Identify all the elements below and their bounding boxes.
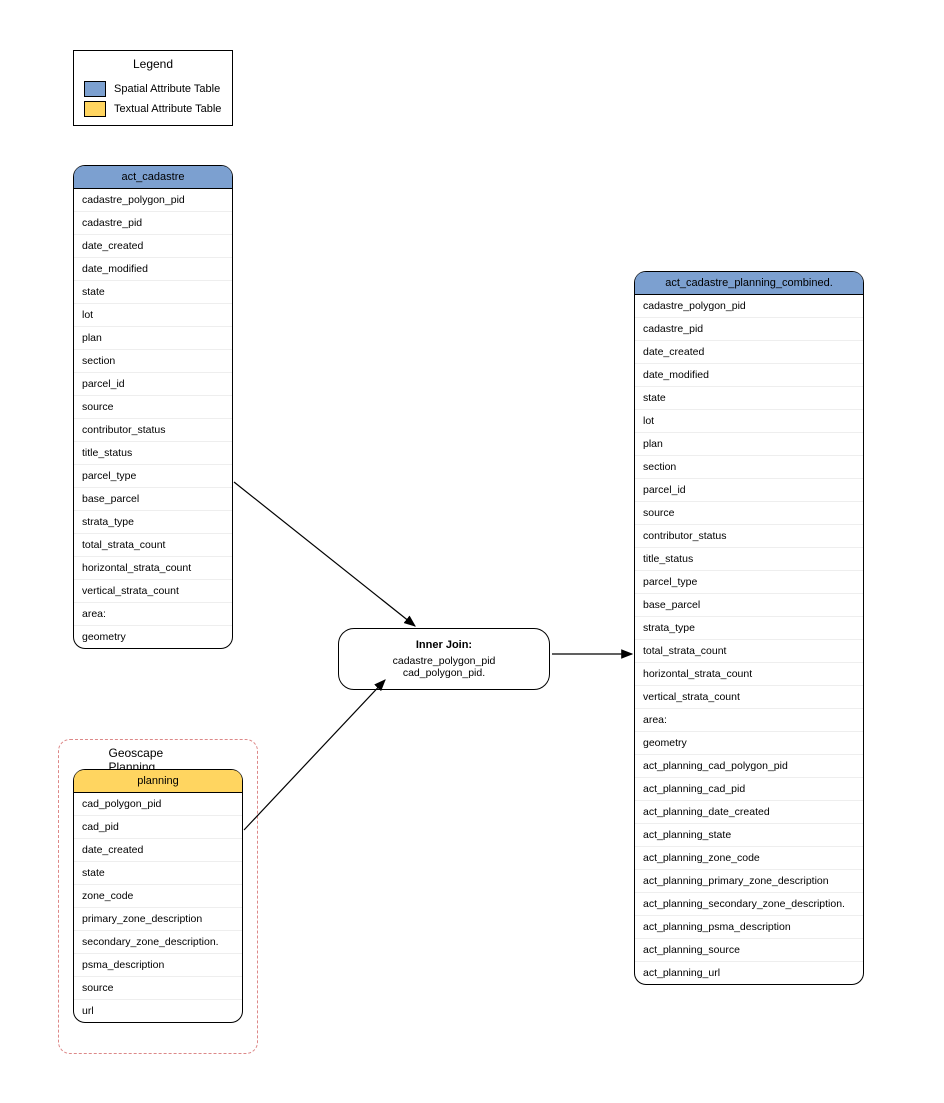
legend-label-spatial: Spatial Attribute Table — [114, 83, 220, 95]
table-row: act_planning_date_created — [635, 800, 863, 823]
table-row: primary_zone_description — [74, 907, 242, 930]
legend-title: Legend — [74, 51, 232, 79]
table-planning: planning cad_polygon_pidcad_piddate_crea… — [73, 769, 243, 1023]
join-title: Inner Join: — [353, 639, 535, 651]
table-row: act_planning_cad_polygon_pid — [635, 754, 863, 777]
join-node: Inner Join: cadastre_polygon_pid cad_pol… — [338, 628, 550, 690]
legend-label-textual: Textual Attribute Table — [114, 103, 221, 115]
table-row: parcel_type — [74, 464, 232, 487]
table-row: total_strata_count — [635, 639, 863, 662]
legend-box: Legend Spatial Attribute Table Textual A… — [73, 50, 233, 126]
table-row: cad_pid — [74, 815, 242, 838]
table-header-combined: act_cadastre_planning_combined. — [635, 272, 863, 295]
table-row: act_planning_psma_description — [635, 915, 863, 938]
table-row: lot — [74, 303, 232, 326]
table-row: date_created — [74, 234, 232, 257]
table-row: source — [635, 501, 863, 524]
legend-swatch-spatial — [84, 81, 106, 97]
legend-item-spatial: Spatial Attribute Table — [74, 79, 232, 99]
table-row: title_status — [74, 441, 232, 464]
table-row: geometry — [74, 625, 232, 648]
table-body-combined: cadastre_polygon_pidcadastre_piddate_cre… — [635, 295, 863, 984]
table-row: strata_type — [74, 510, 232, 533]
table-row: cadastre_polygon_pid — [74, 189, 232, 211]
table-header-act-cadastre: act_cadastre — [74, 166, 232, 189]
table-row: act_planning_url — [635, 961, 863, 984]
table-row: area: — [635, 708, 863, 731]
table-row: horizontal_strata_count — [74, 556, 232, 579]
table-header-planning: planning — [74, 770, 242, 793]
table-row: state — [74, 861, 242, 884]
table-row: act_planning_state — [635, 823, 863, 846]
table-row: horizontal_strata_count — [635, 662, 863, 685]
join-condition: cadastre_polygon_pid cad_polygon_pid. — [353, 655, 535, 679]
table-row: act_planning_zone_code — [635, 846, 863, 869]
table-row: act_planning_primary_zone_description — [635, 869, 863, 892]
table-act-cadastre: act_cadastre cadastre_polygon_pidcadastr… — [73, 165, 233, 649]
table-row: section — [635, 455, 863, 478]
table-row: source — [74, 395, 232, 418]
table-row: date_modified — [635, 363, 863, 386]
table-row: area: — [74, 602, 232, 625]
table-row: lot — [635, 409, 863, 432]
legend-item-textual: Textual Attribute Table — [74, 99, 232, 125]
table-body-act-cadastre: cadastre_polygon_pidcadastre_piddate_cre… — [74, 189, 232, 648]
table-row: cad_polygon_pid — [74, 793, 242, 815]
table-row: secondary_zone_description. — [74, 930, 242, 953]
table-row: cadastre_pid — [74, 211, 232, 234]
table-row: contributor_status — [635, 524, 863, 547]
table-row: parcel_type — [635, 570, 863, 593]
table-row: parcel_id — [635, 478, 863, 501]
table-row: act_planning_secondary_zone_description. — [635, 892, 863, 915]
table-row: url — [74, 999, 242, 1022]
table-body-planning: cad_polygon_pidcad_piddate_createdstatez… — [74, 793, 242, 1022]
table-row: base_parcel — [74, 487, 232, 510]
table-row: vertical_strata_count — [635, 685, 863, 708]
table-row: source — [74, 976, 242, 999]
table-row: parcel_id — [74, 372, 232, 395]
table-row: cadastre_polygon_pid — [635, 295, 863, 317]
table-row: cadastre_pid — [635, 317, 863, 340]
table-combined: act_cadastre_planning_combined. cadastre… — [634, 271, 864, 985]
table-row: vertical_strata_count — [74, 579, 232, 602]
table-row: act_planning_cad_pid — [635, 777, 863, 800]
table-row: base_parcel — [635, 593, 863, 616]
table-row: date_modified — [74, 257, 232, 280]
table-row: plan — [74, 326, 232, 349]
table-row: state — [635, 386, 863, 409]
table-row: geometry — [635, 731, 863, 754]
table-row: act_planning_source — [635, 938, 863, 961]
table-row: section — [74, 349, 232, 372]
table-row: strata_type — [635, 616, 863, 639]
table-row: contributor_status — [74, 418, 232, 441]
table-row: psma_description — [74, 953, 242, 976]
table-row: date_created — [74, 838, 242, 861]
table-row: title_status — [635, 547, 863, 570]
table-row: plan — [635, 432, 863, 455]
legend-swatch-textual — [84, 101, 106, 117]
table-row: state — [74, 280, 232, 303]
table-row: zone_code — [74, 884, 242, 907]
table-row: total_strata_count — [74, 533, 232, 556]
table-row: date_created — [635, 340, 863, 363]
